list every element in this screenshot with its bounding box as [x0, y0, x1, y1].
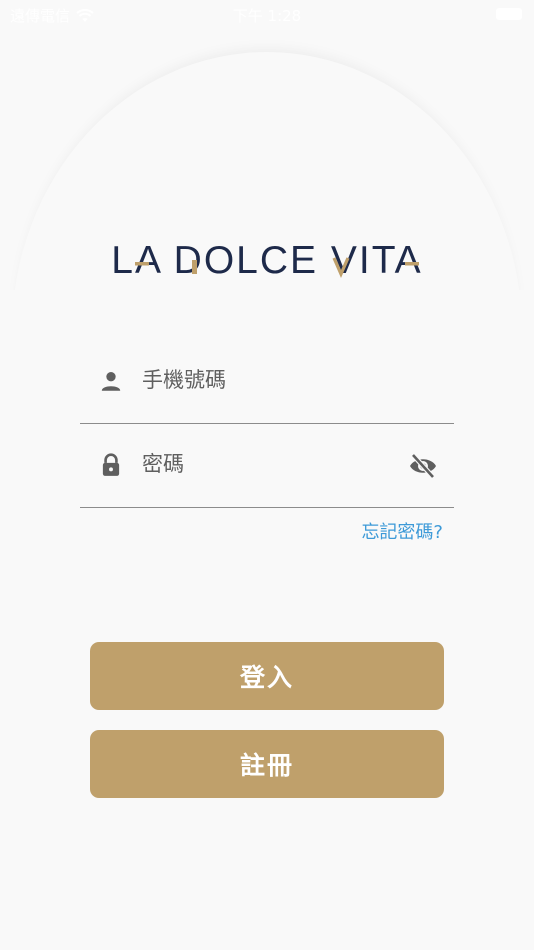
logo-accent-a2 — [405, 262, 419, 266]
brand-logo-graphic: LA DOLCE VITA — [111, 239, 422, 282]
status-time: 下午 1:28 — [232, 7, 302, 25]
brand-logo: LA DOLCE VITA — [0, 238, 534, 286]
person-icon — [101, 372, 121, 391]
phone-field — [80, 340, 454, 424]
login-button[interactable]: 登入 — [90, 642, 444, 710]
forgot-password-link[interactable]: 忘記密碼? — [300, 518, 443, 544]
lock-icon — [102, 453, 120, 476]
battery-icon — [496, 8, 522, 20]
brand-logo-text: LA DOLCE VITA — [111, 239, 422, 282]
eye-off-icon[interactable] — [408, 452, 438, 480]
logo-accent-d — [192, 260, 197, 274]
logo-accent-a1 — [135, 262, 149, 266]
register-button[interactable]: 註冊 — [90, 730, 444, 798]
status-bar: 遠傳電信 下午 1:28 — [0, 0, 534, 30]
login-screen: 遠傳電信 下午 1:28 LA DOLCE VITA 手機號碼 忘記密碼? 登入… — [0, 0, 534, 950]
password-field — [80, 424, 454, 508]
phone-input[interactable] — [142, 360, 392, 400]
password-input[interactable] — [142, 444, 392, 484]
